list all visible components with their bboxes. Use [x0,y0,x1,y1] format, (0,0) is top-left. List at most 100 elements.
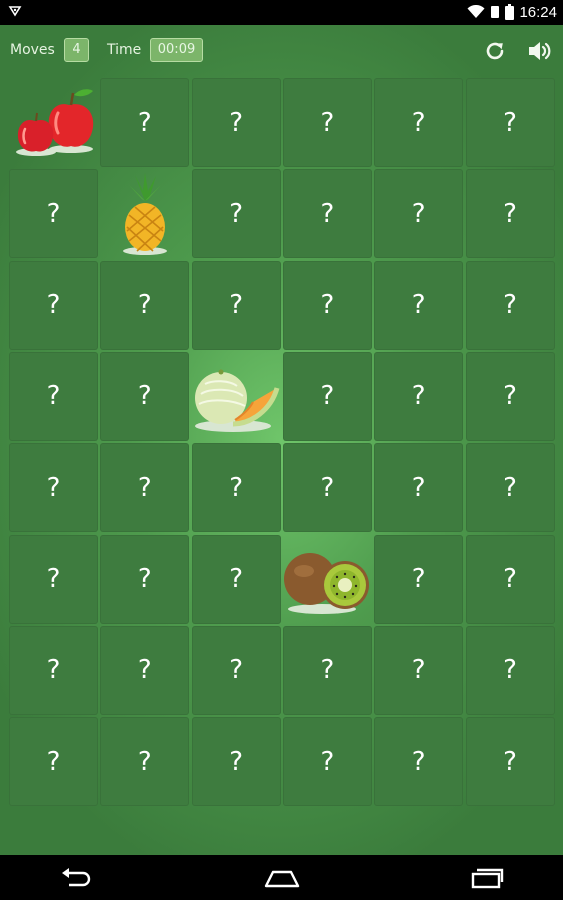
pineapple-icon [115,171,175,257]
card-hidden[interactable]: ? [465,169,555,259]
card-hidden[interactable]: ? [374,260,464,350]
card-kiwi[interactable] [283,535,372,624]
apple-icon [11,83,97,163]
kiwi-icon [282,543,372,615]
question-mark: ? [46,290,61,321]
card-hidden[interactable]: ? [374,351,464,441]
card-hidden[interactable]: ? [100,260,190,350]
card-apple[interactable] [9,78,98,167]
question-mark: ? [320,746,335,777]
card-hidden[interactable]: ? [282,78,372,167]
card-hidden[interactable]: ? [191,260,281,350]
question-mark: ? [229,107,243,138]
question-mark: ? [137,472,152,503]
question-mark: ? [229,290,243,321]
card-hidden[interactable]: ? [282,351,372,441]
time-label: Time [107,42,142,58]
card-hidden[interactable]: ? [374,78,464,167]
card-hidden[interactable]: ? [191,169,281,259]
card-hidden[interactable]: ? [9,351,98,441]
question-mark: ? [503,655,517,686]
restart-icon [486,42,504,60]
moves-label: Moves [10,42,55,58]
question-mark: ? [137,655,152,686]
question-mark: ? [229,746,243,777]
card-hidden[interactable]: ? [191,534,281,624]
card-hidden[interactable]: ? [100,717,190,807]
card-hidden[interactable]: ? [374,625,464,715]
card-hidden[interactable]: ? [191,443,281,533]
card-hidden[interactable]: ? [374,534,464,624]
home-button[interactable] [262,863,302,893]
question-mark: ? [320,198,335,229]
question-mark: ? [137,746,152,777]
question-mark: ? [137,564,152,594]
card-hidden[interactable]: ? [100,443,190,533]
restart-button[interactable] [481,37,509,65]
question-mark: ? [503,472,517,503]
question-mark: ? [229,198,243,229]
question-mark: ? [503,746,517,777]
question-mark: ? [503,107,517,138]
question-mark: ? [503,290,517,321]
question-mark: ? [503,564,517,594]
card-hidden[interactable]: ? [191,625,281,715]
card-hidden[interactable]: ? [9,169,98,259]
card-hidden[interactable]: ? [282,717,372,807]
card-hidden[interactable]: ? [191,78,281,167]
card-hidden[interactable]: ? [374,443,464,533]
card-hidden[interactable]: ? [100,78,190,167]
recents-button[interactable] [467,863,507,893]
card-hidden[interactable]: ? [9,625,98,715]
wifi-icon [467,5,485,18]
card-hidden[interactable]: ? [282,169,372,259]
card-hidden[interactable]: ? [9,717,98,807]
card-hidden[interactable]: ? [374,169,464,259]
question-mark: ? [46,198,61,229]
question-mark: ? [320,290,335,321]
back-button[interactable] [56,863,96,893]
home-icon [264,870,300,888]
notification-icon [8,6,22,17]
recents-icon [471,868,504,889]
question-mark: ? [411,564,426,594]
question-mark: ? [229,655,243,686]
card-hidden[interactable]: ? [465,351,555,441]
question-mark: ? [411,198,426,229]
card-hidden[interactable]: ? [465,78,555,167]
question-mark: ? [411,655,426,686]
question-mark: ? [411,472,426,503]
card-hidden[interactable]: ? [465,717,555,807]
question-mark: ? [411,290,426,321]
card-hidden[interactable]: ? [282,260,372,350]
question-mark: ? [46,655,61,686]
card-hidden[interactable]: ? [100,534,190,624]
card-hidden[interactable]: ? [465,260,555,350]
question-mark: ? [411,381,426,412]
card-melon[interactable] [192,352,281,441]
status-clock: 16:24 [519,3,557,21]
card-hidden[interactable]: ? [465,443,555,533]
card-hidden[interactable]: ? [9,260,98,350]
card-hidden[interactable]: ? [465,534,555,624]
card-hidden[interactable]: ? [9,534,98,624]
card-hidden[interactable]: ? [100,351,190,441]
card-hidden[interactable]: ? [374,717,464,807]
card-hidden[interactable]: ? [9,443,98,533]
question-mark: ? [46,564,61,594]
question-mark: ? [46,472,61,503]
question-mark: ? [320,381,335,412]
card-hidden[interactable]: ? [465,625,555,715]
card-hidden[interactable]: ? [282,443,372,533]
card-hidden[interactable]: ? [100,625,190,715]
sound-button[interactable] [526,37,554,65]
card-pineapple[interactable] [100,169,189,258]
speaker-icon [529,42,551,60]
game-header: Moves 4 Time 00:09 [0,25,563,77]
moves-counter: 4 [64,38,89,62]
game-screen: Moves 4 Time 00:09 ?????? ? ? ? ? ? ? ? … [0,25,563,855]
card-hidden[interactable]: ? [282,625,372,715]
sim-icon [491,6,500,18]
card-hidden[interactable]: ? [191,717,281,807]
question-mark: ? [320,107,335,138]
